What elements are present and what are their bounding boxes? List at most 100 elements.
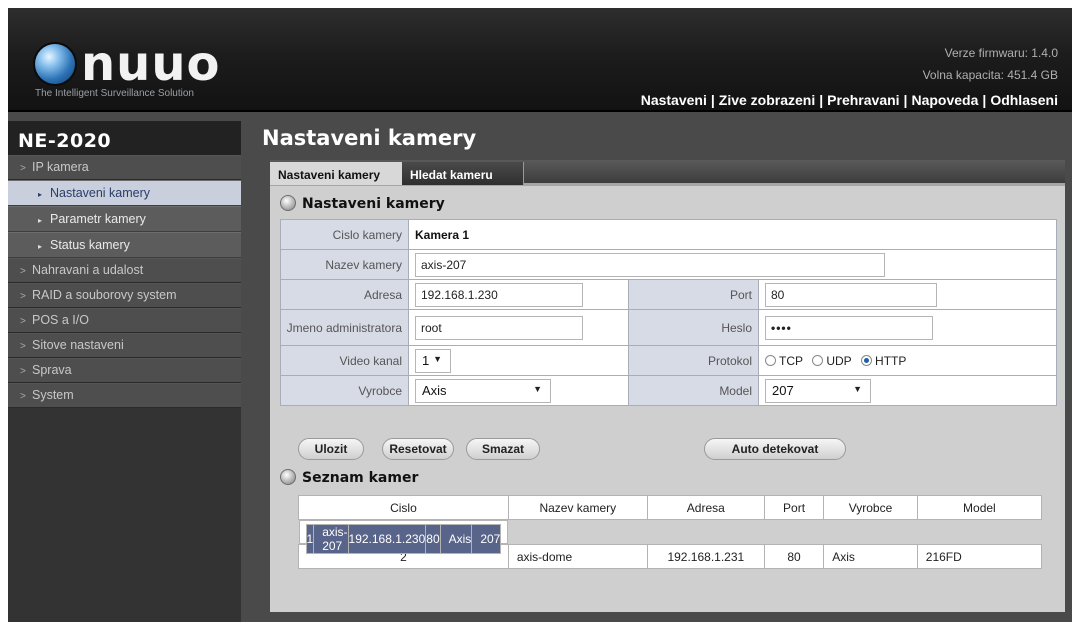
nuuo-logo: nuuo The Intelligent Surveillance Soluti…	[35, 36, 255, 106]
sidebar-item-label: Sitove nastaveni	[32, 338, 124, 352]
table-cell: axis-207	[313, 524, 349, 554]
page-title: Nastaveni kamery	[262, 126, 477, 150]
section-title: Nastaveni kamery	[302, 196, 445, 212]
radio-udp[interactable]	[812, 354, 824, 366]
protocol-cell: TCP UDP HTTP	[758, 345, 1057, 376]
table-cell: axis-dome	[507, 544, 648, 569]
settings-panel: Nastaveni kamery Cislo kamery Kamera 1 N…	[270, 186, 1065, 612]
sidebar-item-camera-status[interactable]: ▸ Status kamery	[8, 232, 241, 258]
top-nav: Nastaveni | Zive zobrazeni | Prehravani | Napo…	[641, 92, 1058, 108]
nav-logout[interactable]: Odhlaseni	[990, 92, 1058, 108]
delete-button[interactable]: Smazat	[466, 438, 540, 460]
table-cell: Axis	[823, 544, 918, 569]
address-label: Adresa	[280, 279, 409, 310]
firmware-version: Verze firmwaru: 1.4.0	[944, 46, 1058, 60]
sidebar-item-management[interactable]: > Sprava	[8, 358, 241, 383]
table-header-row: Cislo Nazev kamery Adresa Port Vyrobce M…	[298, 495, 1043, 520]
camera-number-value: Kamera 1	[408, 219, 1057, 250]
app-frame: nuuo The Intelligent Surveillance Soluti…	[8, 8, 1072, 622]
address-cell: 192.168.1.230	[408, 279, 629, 310]
admin-cell: root	[408, 309, 629, 346]
chevron-right-icon: >	[20, 266, 26, 277]
sidebar-item-recording-events[interactable]: > Nahravani a udalost	[8, 258, 241, 283]
table-cell: 216FD	[916, 544, 1043, 569]
model-cell: 207 ▼	[758, 375, 1057, 406]
arrow-right-icon: ▸	[38, 242, 43, 251]
nav-settings[interactable]: Nastaveni	[641, 92, 707, 108]
column-header: Cislo	[298, 495, 509, 520]
system-info: Verze firmwaru: 1.4.0 Volna kapacita: 45…	[923, 42, 1058, 86]
video-channel-label: Video kanal	[280, 345, 409, 376]
vendor-cell: Axis ▼	[408, 375, 629, 406]
sidebar-item-system[interactable]: > System	[8, 383, 241, 408]
column-header: Vyrobce	[823, 495, 918, 520]
camera-name-label: Nazev kamery	[280, 249, 409, 280]
sidebar-item-pos-io[interactable]: > POS a I/O	[8, 308, 241, 333]
column-header: Adresa	[646, 495, 765, 520]
main-content: Nastaveni kamery Nastaveni kamery Hledat…	[253, 121, 1065, 622]
free-capacity: Volna kapacita: 451.4 GB	[922, 68, 1058, 82]
video-channel-select[interactable]: 1 ▼	[415, 348, 451, 373]
nav-playback[interactable]: Prehravani	[827, 92, 899, 108]
device-model-title: NE-2020	[8, 121, 241, 155]
sidebar-item-camera-parameters[interactable]: ▸ Parametr kamery	[8, 206, 241, 232]
section-title: Seznam kamer	[302, 470, 419, 486]
nav-help[interactable]: Napoveda	[911, 92, 978, 108]
sidebar: NE-2020 > IP kamera ▸ Nastaveni kamery ▸ Pa…	[8, 121, 241, 622]
sidebar-item-network[interactable]: > Sitove nastaveni	[8, 333, 241, 358]
table-cell: 80	[425, 524, 441, 554]
protocol-label: Protokol	[628, 345, 759, 376]
vendor-value: Axis	[422, 382, 447, 398]
table-cell: 80	[763, 544, 825, 569]
column-header: Nazev kamery	[507, 495, 648, 520]
reset-button[interactable]: Resetovat	[382, 438, 454, 460]
nav-separator: |	[819, 92, 824, 108]
password-label: Heslo	[628, 309, 759, 346]
arrow-right-icon: ▸	[38, 190, 43, 199]
tab-search-camera[interactable]: Hledat kameru	[402, 162, 524, 185]
model-value: 207	[772, 382, 794, 398]
sidebar-item-camera-settings[interactable]: ▸ Nastaveni kamery	[8, 180, 241, 206]
radio-http-label: HTTP	[875, 353, 907, 368]
port-input[interactable]: 80	[765, 282, 937, 307]
table-row[interactable]: 1 axis-207 192.168.1.230 80 Axis 207	[298, 520, 509, 554]
model-label: Model	[628, 375, 759, 406]
auto-detect-button[interactable]: Auto detekovat	[704, 438, 846, 460]
sidebar-item-label: System	[32, 388, 74, 402]
address-input[interactable]: 192.168.1.230	[415, 282, 583, 307]
table-cell: 192.168.1.230	[347, 524, 427, 554]
logo-text: nuuo	[81, 36, 221, 92]
chevron-right-icon: >	[20, 391, 26, 402]
tab-camera-settings[interactable]: Nastaveni kamery	[270, 162, 402, 185]
table-cell: 207	[471, 524, 502, 554]
section-camera-settings: Nastaveni kamery	[280, 195, 445, 212]
camera-name-cell: axis-207	[408, 249, 1057, 280]
camera-name-input[interactable]: axis-207	[415, 252, 885, 277]
column-header: Model	[916, 495, 1043, 520]
sidebar-item-label: Status kamery	[50, 238, 130, 252]
chevron-right-icon: >	[20, 316, 26, 327]
sidebar-item-label: RAID a souborovy system	[32, 288, 177, 302]
nav-live-view[interactable]: Zive zobrazeni	[719, 92, 815, 108]
logo-tagline: The Intelligent Surveillance Solution	[35, 88, 194, 99]
camera-icon	[280, 195, 296, 211]
sidebar-item-label: POS a I/O	[32, 313, 89, 327]
sidebar-item-raid-filesystem[interactable]: > RAID a souborovy system	[8, 283, 241, 308]
table-cell: 192.168.1.231	[646, 544, 765, 569]
camera-list-table: Cislo Nazev kamery Adresa Port Vyrobce M…	[298, 495, 1043, 569]
password-input[interactable]: ••••	[765, 315, 933, 340]
admin-name-input[interactable]: root	[415, 315, 583, 340]
sidebar-item-label: Nastaveni kamery	[50, 186, 151, 200]
save-button[interactable]: Ulozit	[298, 438, 364, 460]
radio-udp-label: UDP	[826, 353, 852, 368]
chevron-down-icon: ▼	[533, 383, 542, 394]
vendor-select[interactable]: Axis ▼	[415, 378, 551, 403]
tab-bar: Nastaveni kamery Hledat kameru	[270, 160, 1065, 186]
arrow-right-icon: ▸	[38, 216, 43, 225]
radio-tcp[interactable]	[765, 354, 776, 366]
radio-http[interactable]	[861, 354, 873, 366]
column-header: Port	[763, 495, 825, 520]
camera-number-label: Cislo kamery	[280, 219, 409, 250]
sidebar-item-ip-camera[interactable]: > IP kamera	[8, 155, 241, 180]
model-select[interactable]: 207 ▼	[765, 378, 871, 403]
